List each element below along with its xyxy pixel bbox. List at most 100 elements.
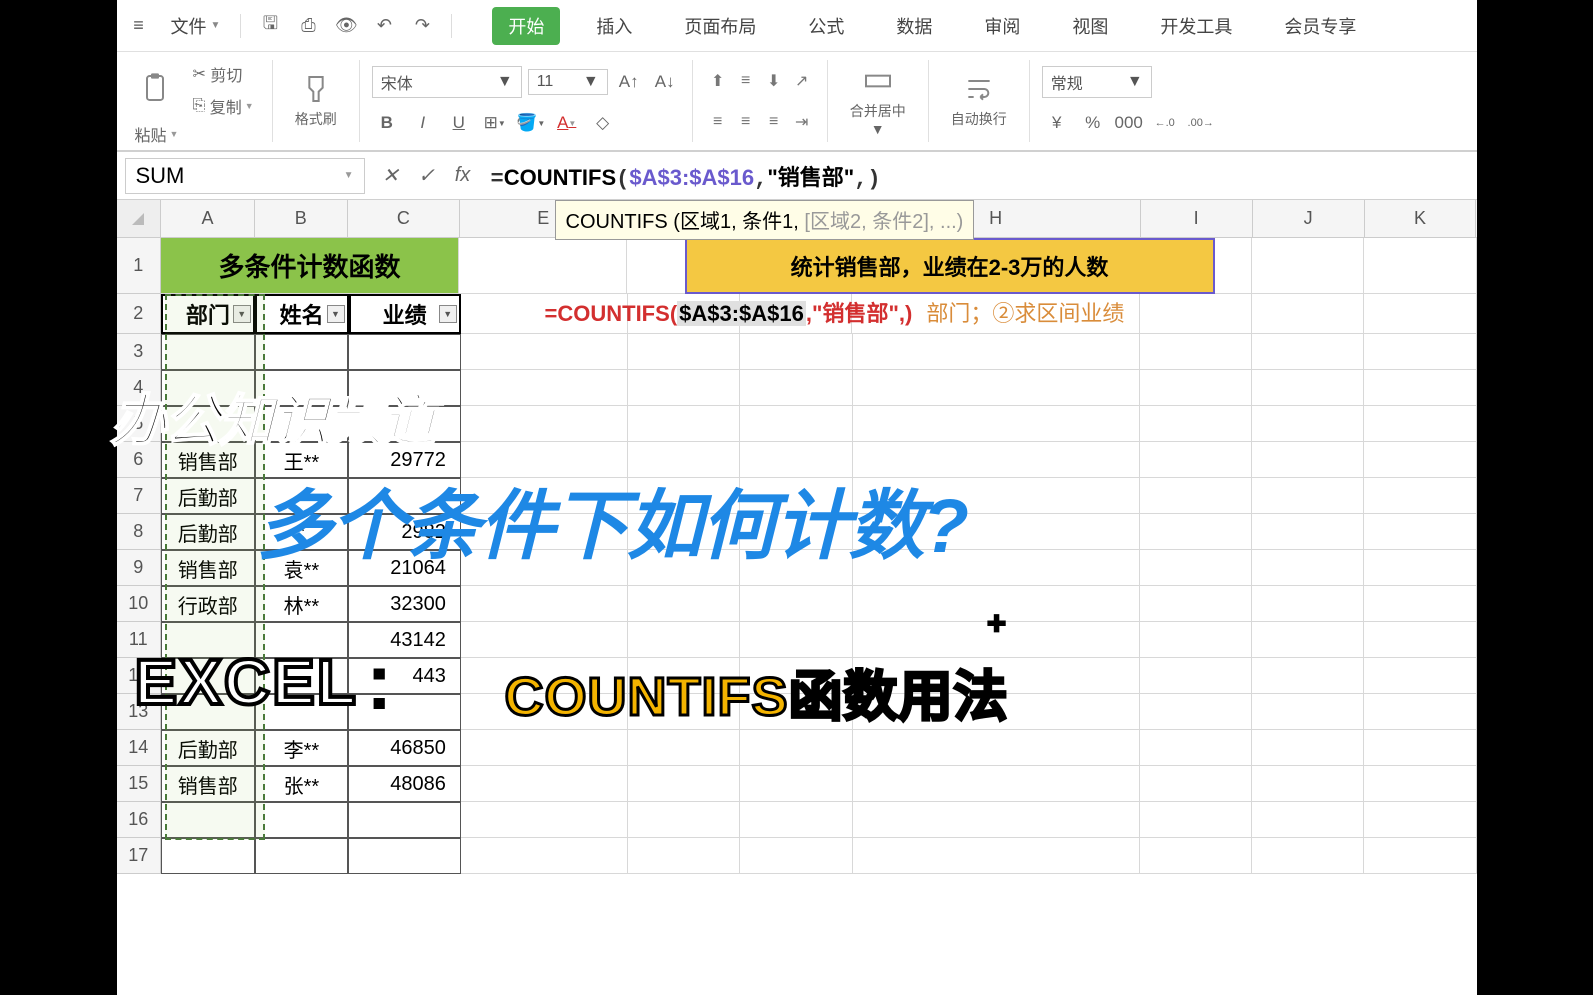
cell[interactable] xyxy=(740,478,852,514)
cell[interactable] xyxy=(161,406,255,442)
confirm-formula-button[interactable]: ✓ xyxy=(409,158,445,194)
cell[interactable] xyxy=(628,802,740,838)
cell[interactable] xyxy=(1364,550,1476,586)
align-bottom-button[interactable]: ⬇ xyxy=(761,69,787,93)
cell[interactable] xyxy=(853,838,1141,874)
cell[interactable] xyxy=(161,334,255,370)
underline-button[interactable]: U xyxy=(444,110,474,136)
formula-input[interactable]: =COUNTIFS($A$3:$A$16,"销售部",) xyxy=(481,160,1477,192)
cancel-formula-button[interactable]: ✕ xyxy=(373,158,409,194)
cell-name[interactable]: 袁** xyxy=(255,550,349,586)
cell-value[interactable]: 2982 xyxy=(348,514,461,550)
cell[interactable] xyxy=(628,514,740,550)
row-header-4[interactable]: 4 xyxy=(117,370,162,406)
col-header-B[interactable]: B xyxy=(255,200,348,237)
cell[interactable] xyxy=(1364,586,1476,622)
increase-font-button[interactable]: A↑ xyxy=(614,69,644,95)
cell[interactable] xyxy=(1140,730,1252,766)
cell[interactable] xyxy=(628,658,740,694)
tab-data[interactable]: 数据 xyxy=(880,7,948,45)
select-all-corner[interactable] xyxy=(117,200,162,237)
cell[interactable] xyxy=(740,658,852,694)
spreadsheet-grid[interactable]: A B C E F G H I J K COUNTIFS (区域1, 条件1, … xyxy=(117,200,1477,874)
tab-layout[interactable]: 页面布局 xyxy=(668,7,772,45)
cell[interactable] xyxy=(740,802,852,838)
row-header-6[interactable]: 6 xyxy=(117,442,162,478)
clear-format-button[interactable]: ◇ xyxy=(588,110,618,136)
bold-button[interactable]: B xyxy=(372,110,402,136)
cell[interactable] xyxy=(628,478,740,514)
wrap-text-button[interactable]: 自动换行 xyxy=(941,69,1017,133)
cell[interactable] xyxy=(628,838,740,874)
cell[interactable] xyxy=(255,370,349,406)
cell[interactable] xyxy=(740,442,852,478)
cell-dept[interactable]: 后勤部 xyxy=(161,730,255,766)
redo-icon[interactable]: ↷ xyxy=(407,11,437,41)
align-center-button[interactable]: ≡ xyxy=(733,110,759,134)
tab-formula[interactable]: 公式 xyxy=(792,7,860,45)
cell-name[interactable] xyxy=(255,658,349,694)
cell-dept[interactable] xyxy=(161,622,255,658)
cell[interactable] xyxy=(255,406,349,442)
cell[interactable] xyxy=(1252,478,1364,514)
decrease-decimal-button[interactable]: ←.0 xyxy=(1150,110,1180,136)
cell[interactable] xyxy=(461,622,629,658)
cell[interactable] xyxy=(161,370,255,406)
cell[interactable] xyxy=(1140,838,1252,874)
preview-icon[interactable]: 👁 xyxy=(331,11,361,41)
cell-value[interactable]: 46850 xyxy=(348,730,461,766)
align-middle-button[interactable]: ≡ xyxy=(733,69,759,93)
tab-view[interactable]: 视图 xyxy=(1056,7,1124,45)
cell-name[interactable] xyxy=(255,478,349,514)
cell-name[interactable] xyxy=(255,802,349,838)
cell[interactable] xyxy=(853,442,1141,478)
cell-name[interactable]: 王** xyxy=(255,442,349,478)
row-header-3[interactable]: 3 xyxy=(117,334,162,370)
cell-value[interactable]: 48086 xyxy=(348,766,461,802)
active-formula-cell[interactable]: ==COUNTIFS(COUNTIFS($A$3:$A$16,"销售部",)部门… xyxy=(545,296,1125,328)
cell[interactable] xyxy=(1364,442,1476,478)
indent-button[interactable]: ⇥ xyxy=(789,110,815,134)
cell[interactable] xyxy=(1252,294,1364,334)
cell[interactable] xyxy=(459,238,627,294)
row-header-13[interactable]: 13 xyxy=(117,694,162,730)
cell-name[interactable] xyxy=(255,622,349,658)
cell[interactable] xyxy=(461,514,629,550)
cell-name[interactable]: 林** xyxy=(255,586,349,622)
header-dept[interactable]: 部门▼ xyxy=(161,294,255,334)
cell-dept[interactable]: 后勤部 xyxy=(161,478,255,514)
cell[interactable] xyxy=(1364,694,1476,730)
col-header-A[interactable]: A xyxy=(161,200,254,237)
row-header-10[interactable]: 10 xyxy=(117,586,162,622)
cell[interactable] xyxy=(740,622,852,658)
cell-dept[interactable] xyxy=(161,802,255,838)
cell[interactable] xyxy=(461,802,629,838)
cell[interactable] xyxy=(1252,838,1364,874)
cell[interactable] xyxy=(1252,514,1364,550)
align-left-button[interactable]: ≡ xyxy=(705,110,731,134)
row-header-7[interactable]: 7 xyxy=(117,478,162,514)
cell[interactable] xyxy=(1364,294,1476,334)
cell[interactable] xyxy=(1364,658,1476,694)
cell[interactable] xyxy=(853,550,1141,586)
align-right-button[interactable]: ≡ xyxy=(761,110,787,134)
percent-button[interactable]: % xyxy=(1078,110,1108,136)
cell[interactable] xyxy=(628,586,740,622)
cell-value[interactable]: 29772 xyxy=(348,442,461,478)
cell-dept[interactable] xyxy=(161,658,255,694)
cell[interactable] xyxy=(348,334,461,370)
row-header-8[interactable]: 8 xyxy=(117,514,162,550)
cell-dept[interactable] xyxy=(161,838,255,874)
cell[interactable] xyxy=(628,550,740,586)
cell[interactable] xyxy=(853,694,1141,730)
row-header-9[interactable]: 9 xyxy=(117,550,162,586)
cell[interactable] xyxy=(628,766,740,802)
row-header-17[interactable]: 17 xyxy=(117,838,162,874)
currency-button[interactable]: ¥ xyxy=(1042,110,1072,136)
row-header-1[interactable]: 1 xyxy=(117,238,162,294)
name-box[interactable]: SUM▼ xyxy=(125,158,365,194)
align-top-button[interactable]: ⬆ xyxy=(705,69,731,93)
cell[interactable] xyxy=(628,694,740,730)
col-header-I[interactable]: I xyxy=(1141,200,1253,237)
cell[interactable] xyxy=(1140,294,1252,334)
